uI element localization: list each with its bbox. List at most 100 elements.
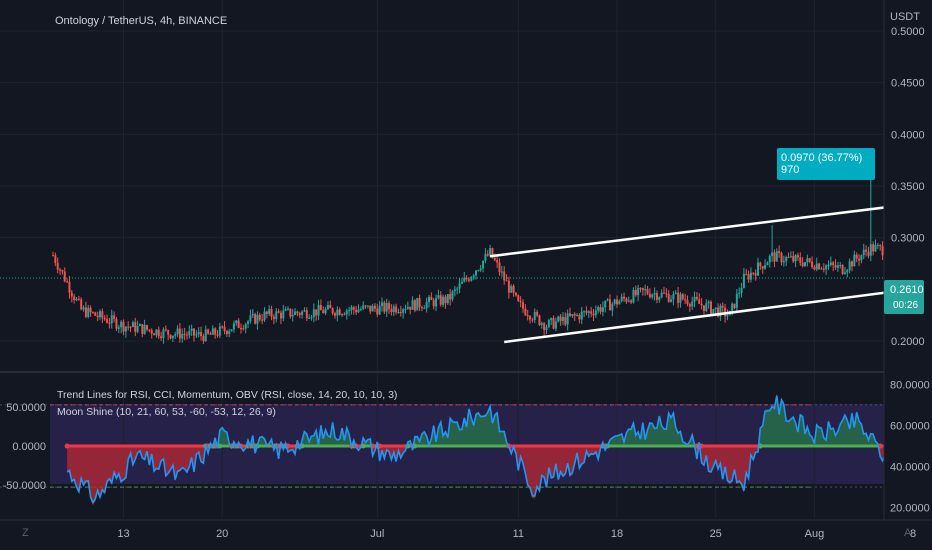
candle-body	[510, 285, 513, 293]
time-tick-label: Aug	[805, 528, 825, 540]
candle-body	[536, 311, 539, 316]
candle-body	[827, 264, 830, 266]
candle-body	[209, 333, 212, 335]
candle-body	[324, 309, 327, 314]
candle-body	[841, 264, 844, 274]
candle-body	[56, 262, 59, 270]
candle-body	[757, 262, 759, 276]
candle-body	[251, 313, 254, 316]
candle-body	[665, 293, 668, 295]
candle-body	[475, 270, 477, 276]
candle-body	[543, 323, 546, 330]
candle-body	[592, 313, 595, 316]
candle-body	[446, 294, 449, 304]
candle-body	[566, 313, 569, 325]
candle-body	[350, 307, 353, 310]
candle-body	[319, 305, 322, 311]
auto-scale-icon[interactable]: A	[904, 527, 912, 539]
indicator-legend-moonshine[interactable]: Moon Shine (10, 21, 60, 53, -60, -53, 12…	[57, 406, 276, 418]
candle-body	[698, 299, 701, 304]
candle-body	[456, 288, 459, 290]
candle-body	[836, 265, 839, 268]
candle-body	[644, 289, 647, 291]
candle-body	[124, 326, 127, 332]
candle-body	[876, 245, 879, 247]
candle-body	[385, 303, 388, 312]
candle-body	[874, 245, 877, 252]
candle-body	[580, 311, 583, 320]
candle-body	[91, 312, 94, 314]
candle-body	[576, 314, 579, 316]
candle-body	[848, 261, 851, 271]
candle-body	[637, 287, 640, 296]
candle-body	[373, 305, 376, 309]
candle-body	[479, 268, 482, 271]
candle-body	[752, 272, 755, 274]
candle-body	[879, 245, 882, 247]
indicator-left-tick: -50.0000	[3, 480, 46, 492]
candle-body	[688, 304, 691, 307]
candle-body	[829, 262, 832, 265]
candle-body	[420, 307, 423, 309]
candle-body	[343, 314, 346, 316]
candle-body	[545, 327, 548, 330]
candle-body	[858, 258, 861, 261]
time-tick-label: 13	[117, 528, 129, 540]
candle-body	[735, 293, 738, 309]
time-tick-label: Jul	[370, 528, 384, 540]
candle-body	[742, 273, 745, 288]
candle-body	[707, 301, 710, 304]
candle-body	[315, 309, 318, 316]
candle-body	[794, 255, 797, 262]
candle-body	[138, 324, 141, 326]
candle-body	[174, 334, 177, 336]
candle-body	[66, 281, 69, 283]
candle-body	[204, 329, 207, 342]
candle-body	[193, 328, 195, 336]
candle-body	[310, 316, 313, 319]
candle-body	[524, 308, 527, 316]
candle-body	[256, 314, 259, 324]
candle-body	[89, 307, 92, 313]
candle-body	[630, 300, 633, 303]
candle-body	[557, 316, 560, 322]
candle-body	[865, 249, 868, 252]
indicator-legend-trendlines[interactable]: Trend Lines for RSI, CCI, Momentum, OBV …	[57, 389, 397, 401]
time-tick-label: 11	[513, 528, 524, 540]
candle-body	[822, 268, 825, 270]
candle-body	[70, 292, 73, 297]
chart-canvas[interactable]: USDT 0.5000 0.4500 0.4000 0.3500 0.3000 0.200…	[0, 0, 932, 550]
candle-body	[202, 336, 205, 342]
candle-body	[160, 336, 163, 339]
candle-body	[77, 298, 80, 300]
candle-body	[787, 257, 790, 259]
candle-body	[815, 263, 818, 270]
candle-body	[627, 300, 630, 302]
candle-body	[608, 299, 611, 311]
candle-body	[641, 287, 644, 291]
candle-body	[493, 257, 496, 261]
candle-body	[503, 271, 506, 281]
candle-body	[700, 303, 703, 306]
zoom-icon[interactable]: Z	[22, 527, 29, 539]
candle-body	[623, 296, 626, 299]
candle-body	[178, 328, 181, 339]
candle-body	[583, 311, 586, 313]
candle-body	[825, 265, 828, 270]
candle-body	[381, 302, 383, 306]
candle-body	[428, 296, 430, 302]
candle-body	[759, 262, 762, 267]
candle-body	[416, 297, 419, 311]
candle-body	[181, 333, 184, 339]
candle-body	[785, 257, 788, 262]
candle-body	[270, 309, 273, 317]
candle-body	[110, 315, 113, 324]
candle-body	[482, 260, 485, 269]
candle-body	[230, 329, 233, 332]
last-price-value: 0.2610	[890, 284, 924, 296]
candle-body	[399, 311, 402, 313]
candle-body	[702, 305, 705, 311]
candle-body	[764, 265, 767, 269]
candle-body	[714, 307, 717, 310]
candle-body	[672, 293, 675, 300]
